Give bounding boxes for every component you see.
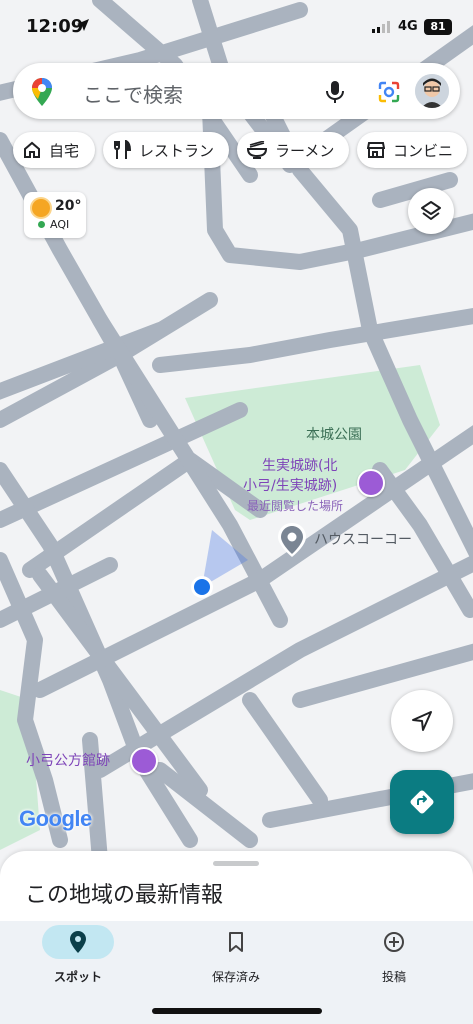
layers-icon [421, 201, 441, 220]
nav-label-spots: スポット [53, 970, 102, 984]
nav-active-indicator [42, 925, 114, 959]
place-label[interactable]: ハウスコーコー [314, 529, 412, 549]
park-label[interactable]: 本城公園 [306, 424, 362, 444]
sheet-title: この地域の最新情報 [25, 883, 224, 908]
bookmark-icon [229, 932, 243, 952]
clock: 12:09 [26, 16, 84, 37]
cellular-signal-icon [372, 21, 390, 33]
google-maps-logo-icon [32, 78, 52, 106]
aqi-label: AQI [50, 218, 70, 231]
status-bar: 12:09 4G 81 [0, 0, 473, 56]
layers-button[interactable] [408, 188, 454, 234]
battery-indicator: 81 [424, 19, 452, 35]
add-circle-icon [384, 932, 404, 952]
home-icon [24, 141, 40, 158]
ruins-poi-marker[interactable] [357, 469, 385, 497]
nav-icon-container [358, 925, 430, 959]
google-logo: Google [19, 806, 92, 832]
ruins-label-line2[interactable]: 小弓/生実城跡) [243, 476, 337, 496]
nav-item-saved[interactable]: 保存済み [176, 925, 296, 985]
search-bar[interactable]: ここで検索 [13, 63, 460, 119]
restaurant-icon [114, 140, 131, 159]
directions-button[interactable] [390, 770, 454, 834]
google-lens-icon[interactable] [377, 80, 401, 104]
search-input[interactable]: ここで検索 [83, 79, 183, 108]
kanato-label[interactable]: 小弓公方館跡 [26, 751, 110, 771]
store-icon [367, 142, 385, 158]
avatar-face-icon [415, 74, 449, 108]
directions-icon [410, 790, 434, 814]
location-pin-icon [70, 931, 86, 953]
chip-home-label: 自宅 [49, 141, 80, 160]
chip-ramen-label: ラーメン [275, 141, 335, 160]
location-services-icon [77, 19, 89, 31]
account-avatar[interactable] [415, 74, 449, 108]
chip-ramen[interactable]: ラーメン [237, 132, 349, 168]
microphone-icon[interactable] [325, 80, 345, 104]
place-pin-icon[interactable] [277, 522, 307, 558]
my-location-button[interactable] [391, 690, 453, 752]
chip-restaurant[interactable]: レストラン [103, 132, 229, 168]
nav-item-post[interactable]: 投稿 [334, 925, 454, 985]
recently-viewed-label: 最近閲覧した場所 [247, 499, 344, 513]
aqi-status-dot [38, 221, 45, 228]
network-type: 4G [398, 19, 418, 34]
ruins-label-line1[interactable]: 生実城跡(北 [262, 456, 337, 476]
google-logo-text: Google [19, 806, 92, 831]
kanato-poi-marker[interactable] [130, 747, 158, 775]
sun-icon [32, 199, 50, 217]
chip-convenience-label: コンビニ [393, 141, 454, 160]
sheet-drag-handle[interactable] [213, 861, 259, 866]
weather-widget[interactable]: 20° AQI [24, 192, 86, 238]
nav-label-saved: 保存済み [211, 970, 260, 984]
chip-restaurant-label: レストラン [139, 141, 215, 160]
navigation-arrow-icon [412, 711, 432, 731]
ramen-icon [247, 141, 267, 159]
chip-home[interactable]: 自宅 [13, 132, 95, 168]
home-indicator[interactable] [152, 1008, 322, 1014]
chip-convenience[interactable]: コンビニ [357, 132, 467, 168]
temperature: 20° [55, 198, 82, 214]
nav-icon-container [200, 925, 272, 959]
nav-item-spots[interactable]: スポット [18, 925, 138, 985]
nav-label-post: 投稿 [381, 970, 406, 984]
